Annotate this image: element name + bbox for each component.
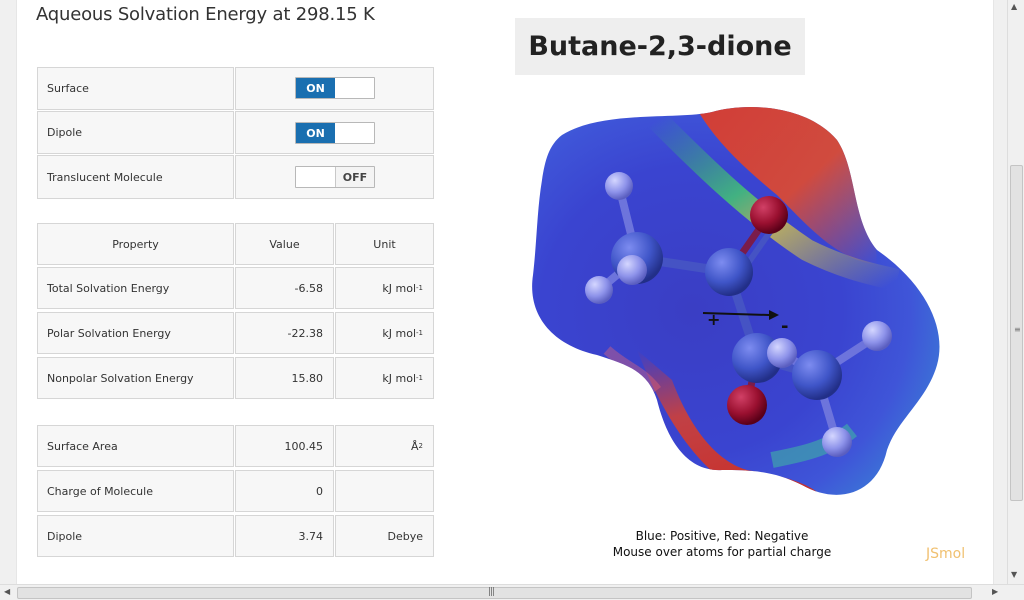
hydrogen-atom[interactable] [862,321,892,351]
row-nonpolar-unit: kJ mol -1 [335,357,434,399]
scroll-down-arrow-icon[interactable]: ▼ [1011,570,1017,579]
dipole-toggle-off[interactable] [335,123,374,143]
translucent-toggle-on[interactable] [296,167,335,187]
dipole-toggle[interactable]: ON [295,122,375,144]
molecule-name: Butane-2,3-dione [515,18,805,75]
row-total-unit: kJ mol -1 [335,267,434,309]
grip-icon: ||| [488,587,495,597]
unit-text: kJ mol [382,326,417,340]
row-polar-value: -22.38 [235,312,334,354]
header-property: Property [37,223,234,265]
oxygen-atom[interactable] [750,196,788,234]
scroll-left-arrow-icon[interactable]: ◀ [4,587,10,596]
row-dipole-unit: Debye [335,515,434,557]
row-charge-property: Charge of Molecule [37,470,234,512]
row-surface-area-value: 100.45 [235,425,334,467]
row-charge-value: 0 [235,470,334,512]
grip-icon: ≡ [1014,325,1021,334]
vertical-scroll-thumb[interactable]: ≡ [1010,165,1023,501]
dipole-toggle-on[interactable]: ON [296,123,335,143]
translucent-toggle-off[interactable]: OFF [335,167,374,187]
row-dipole-value: 3.74 [235,515,334,557]
hydrogen-atom[interactable] [767,338,797,368]
viewer-hint: Mouse over atoms for partial charge [612,545,832,559]
dipole-minus-sign: - [781,316,788,337]
toggle-cell-translucent: OFF [235,155,434,199]
oxygen-atom[interactable] [727,385,767,425]
row-nonpolar-property: Nonpolar Solvation Energy [37,357,234,399]
jsmol-viewer[interactable]: + - [507,100,947,520]
color-legend: Blue: Positive, Red: Negative [635,529,809,543]
header-value: Value [235,223,334,265]
toggle-cell-dipole: ON [235,111,434,154]
unit-text: kJ mol [382,281,417,295]
electrostatic-surface [532,107,940,495]
toggle-label-translucent: Translucent Molecule [37,155,234,199]
row-total-value: -6.58 [235,267,334,309]
row-surface-area-unit: Å2 [335,425,434,467]
row-charge-unit [335,470,434,512]
toggle-label-surface: Surface [37,67,234,110]
scroll-right-arrow-icon[interactable]: ▶ [992,587,998,596]
row-polar-unit: kJ mol -1 [335,312,434,354]
carbon-atom[interactable] [705,248,753,296]
toggle-cell-surface: ON [235,67,434,110]
hydrogen-atom[interactable] [822,427,852,457]
surface-toggle-on[interactable]: ON [296,78,335,98]
page-content: Aqueous Solvation Energy at 298.15 K Sur… [16,0,994,584]
unit-text: kJ mol [382,371,417,385]
hydrogen-atom[interactable] [605,172,633,200]
carbon-atom[interactable] [792,350,842,400]
row-dipole-property: Dipole [37,515,234,557]
jsmol-logo[interactable]: JSmol [926,546,965,562]
dipole-plus-sign: + [707,310,720,329]
header-unit: Unit [335,223,434,265]
row-nonpolar-value: 15.80 [235,357,334,399]
page-title: Aqueous Solvation Energy at 298.15 K [36,4,375,25]
toggle-label-dipole: Dipole [37,111,234,154]
surface-toggle[interactable]: ON [295,77,375,99]
translucent-toggle[interactable]: OFF [295,166,375,188]
row-polar-property: Polar Solvation Energy [37,312,234,354]
horizontal-scroll-thumb[interactable]: ||| [17,587,972,599]
surface-toggle-off[interactable] [335,78,374,98]
hydrogen-atom[interactable] [617,255,647,285]
row-surface-area-property: Surface Area [37,425,234,467]
molecule-render[interactable]: + - [507,100,947,520]
scroll-up-arrow-icon[interactable]: ▲ [1011,2,1017,11]
horizontal-scrollbar[interactable]: ◀ ||| ▶ [0,584,1024,600]
row-total-property: Total Solvation Energy [37,267,234,309]
hydrogen-atom[interactable] [585,276,613,304]
vertical-scrollbar[interactable]: ▲ ≡ ▼ [1007,0,1024,584]
unit-text: Å [411,439,419,453]
